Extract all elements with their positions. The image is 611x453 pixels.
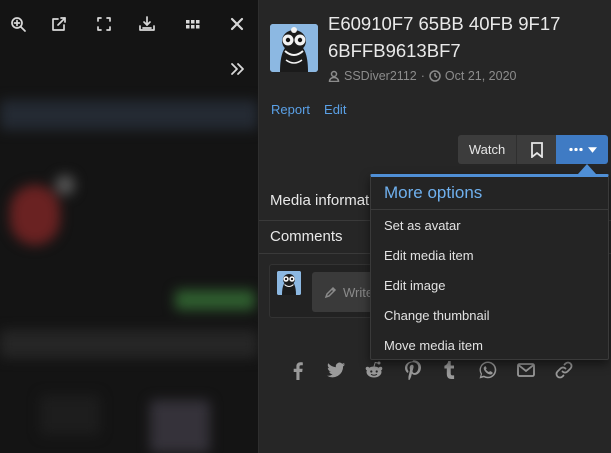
meta-separator: ·	[420, 69, 425, 83]
menu-item-edit-media-item[interactable]: Edit media item	[371, 240, 608, 270]
ellipsis-icon	[568, 147, 583, 152]
menu-item-change-thumbnail[interactable]: Change thumbnail	[371, 300, 608, 330]
media-button-group: Watch	[458, 135, 608, 164]
media-title: E60910F7 65BB 40FB 9F17 6BFFB9613BF7	[328, 13, 561, 61]
avatar[interactable]	[270, 24, 318, 72]
dropdown-title: More options	[371, 177, 608, 210]
report-link[interactable]: Report	[271, 102, 310, 117]
open-external-icon[interactable]	[49, 14, 69, 34]
fullscreen-icon[interactable]	[94, 14, 114, 34]
whatsapp-icon[interactable]	[469, 356, 507, 384]
twitter-icon[interactable]	[317, 356, 355, 384]
more-options-dropdown: More options Set as avatar Edit media it…	[370, 174, 609, 360]
clock-icon	[429, 70, 441, 82]
user-icon	[328, 70, 340, 82]
reddit-icon[interactable]	[355, 356, 393, 384]
image-viewer	[0, 0, 258, 453]
media-date: Oct 21, 2020	[444, 69, 517, 83]
section-media-information[interactable]: Media informat	[270, 192, 369, 209]
share-buttons	[279, 356, 583, 384]
bookmark-icon	[530, 141, 543, 158]
watch-button[interactable]: Watch	[458, 135, 516, 164]
author-link[interactable]: SSDiver2112	[344, 69, 417, 83]
grid-icon[interactable]	[183, 14, 203, 34]
media-meta: SSDiver2112 · Oct 21, 2020	[328, 69, 516, 83]
comment-placeholder: Write	[343, 284, 374, 300]
viewer-toolbar	[0, 0, 258, 48]
menu-item-set-as-avatar[interactable]: Set as avatar	[371, 210, 608, 240]
double-chevron-right-icon[interactable]	[226, 58, 248, 80]
zoom-in-icon[interactable]	[8, 14, 28, 34]
facebook-icon[interactable]	[279, 356, 317, 384]
pinterest-icon[interactable]	[393, 356, 431, 384]
more-options-button[interactable]	[556, 135, 608, 164]
comment-avatar	[277, 271, 301, 295]
dropdown-caret	[578, 164, 596, 174]
caret-down-icon	[587, 146, 597, 153]
media-action-links: Report Edit	[271, 102, 346, 117]
email-icon[interactable]	[507, 356, 545, 384]
edit-link[interactable]: Edit	[324, 102, 346, 117]
download-icon[interactable]	[137, 14, 157, 34]
close-icon[interactable]	[227, 14, 247, 34]
menu-item-edit-image[interactable]: Edit image	[371, 270, 608, 300]
pencil-icon	[324, 286, 337, 298]
section-comments[interactable]: Comments	[270, 228, 343, 245]
bookmark-button[interactable]	[516, 135, 556, 164]
link-icon[interactable]	[545, 356, 583, 384]
tumblr-icon[interactable]	[431, 356, 469, 384]
blurred-background-image	[0, 0, 258, 453]
menu-item-move-media-item[interactable]: Move media item	[371, 330, 608, 360]
